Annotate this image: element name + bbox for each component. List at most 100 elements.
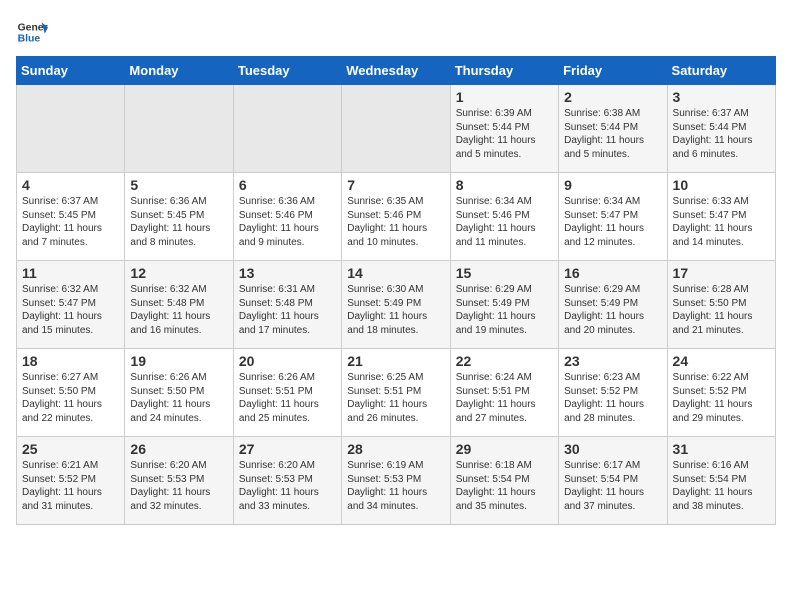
calendar-cell: 24Sunrise: 6:22 AM Sunset: 5:52 PM Dayli… <box>667 349 775 437</box>
calendar-cell <box>17 85 125 173</box>
day-info: Sunrise: 6:18 AM Sunset: 5:54 PM Dayligh… <box>456 459 553 513</box>
day-info: Sunrise: 6:21 AM Sunset: 5:52 PM Dayligh… <box>22 459 119 513</box>
day-number: 27 <box>239 441 336 457</box>
day-info: Sunrise: 6:17 AM Sunset: 5:54 PM Dayligh… <box>564 459 661 513</box>
calendar-cell: 8Sunrise: 6:34 AM Sunset: 5:46 PM Daylig… <box>450 173 558 261</box>
day-info: Sunrise: 6:36 AM Sunset: 5:45 PM Dayligh… <box>130 195 227 249</box>
calendar-cell: 7Sunrise: 6:35 AM Sunset: 5:46 PM Daylig… <box>342 173 450 261</box>
day-number: 5 <box>130 177 227 193</box>
calendar-table: SundayMondayTuesdayWednesdayThursdayFrid… <box>16 56 776 525</box>
calendar-cell: 16 Sunrise: 6:29 AM Sunset: 5:49 PM Dayli… <box>559 261 667 349</box>
calendar-cell: 22Sunrise: 6:24 AM Sunset: 5:51 PM Dayli… <box>450 349 558 437</box>
day-number: 4 <box>22 177 119 193</box>
calendar-cell: 4 Sunrise: 6:37 AM Sunset: 5:45 PM Daylig… <box>17 173 125 261</box>
day-info: Sunrise: 6:33 AM Sunset: 5:47 PM Dayligh… <box>673 195 770 249</box>
logo: General Blue <box>16 16 48 48</box>
calendar-cell: 26 Sunrise: 6:20 AM Sunset: 5:53 PM Dayli… <box>125 437 233 525</box>
calendar-cell: 18 Sunrise: 6:27 AM Sunset: 5:50 PM Dayli… <box>17 349 125 437</box>
day-number: 26 <box>130 441 227 457</box>
day-number: 16 <box>564 265 661 281</box>
calendar-cell: 25 Sunrise: 6:21 AM Sunset: 5:52 PM Dayli… <box>17 437 125 525</box>
page-header: General Blue <box>16 16 776 48</box>
day-number: 3 <box>673 89 770 105</box>
calendar-cell: 3 Sunrise: 6:37 AM Sunset: 5:44 PM Daylig… <box>667 85 775 173</box>
day-number: 6 <box>239 177 336 193</box>
day-info: Sunrise: 6:34 AM Sunset: 5:47 PM Dayligh… <box>564 195 661 249</box>
day-info: Sunrise: 6:25 AM Sunset: 5:51 PM Dayligh… <box>347 371 444 425</box>
calendar-week-row: 25 Sunrise: 6:21 AM Sunset: 5:52 PM Dayli… <box>17 437 776 525</box>
day-number: 21 <box>347 353 444 369</box>
calendar-cell: 19 Sunrise: 6:26 AM Sunset: 5:50 PM Dayli… <box>125 349 233 437</box>
calendar-cell <box>233 85 341 173</box>
weekday-header-monday: Monday <box>125 57 233 85</box>
day-number: 31 <box>673 441 770 457</box>
weekday-header-friday: Friday <box>559 57 667 85</box>
day-number: 2 <box>564 89 661 105</box>
calendar-cell: 5 Sunrise: 6:36 AM Sunset: 5:45 PM Daylig… <box>125 173 233 261</box>
day-number: 12 <box>130 265 227 281</box>
day-info: Sunrise: 6:37 AM Sunset: 5:45 PM Dayligh… <box>22 195 119 249</box>
calendar-cell: 31 Sunrise: 6:16 AM Sunset: 5:54 PM Dayli… <box>667 437 775 525</box>
day-number: 18 <box>22 353 119 369</box>
svg-text:Blue: Blue <box>18 34 41 45</box>
day-info: Sunrise: 6:20 AM Sunset: 5:53 PM Dayligh… <box>130 459 227 513</box>
day-number: 28 <box>347 441 444 457</box>
day-info: Sunrise: 6:20 AM Sunset: 5:53 PM Dayligh… <box>239 459 336 513</box>
day-number: 20 <box>239 353 336 369</box>
day-info: Sunrise: 6:32 AM Sunset: 5:48 PM Dayligh… <box>130 283 227 337</box>
day-info: Sunrise: 6:27 AM Sunset: 5:50 PM Dayligh… <box>22 371 119 425</box>
weekday-header-thursday: Thursday <box>450 57 558 85</box>
day-info: Sunrise: 6:29 AM Sunset: 5:49 PM Dayligh… <box>456 283 553 337</box>
day-number: 9 <box>564 177 661 193</box>
day-number: 10 <box>673 177 770 193</box>
day-info: Sunrise: 6:29 AM Sunset: 5:49 PM Dayligh… <box>564 283 661 337</box>
weekday-header-sunday: Sunday <box>17 57 125 85</box>
day-number: 14 <box>347 265 444 281</box>
day-info: Sunrise: 6:39 AM Sunset: 5:44 PM Dayligh… <box>456 107 553 161</box>
day-info: Sunrise: 6:34 AM Sunset: 5:46 PM Dayligh… <box>456 195 553 249</box>
day-info: Sunrise: 6:36 AM Sunset: 5:46 PM Dayligh… <box>239 195 336 249</box>
day-info: Sunrise: 6:19 AM Sunset: 5:53 PM Dayligh… <box>347 459 444 513</box>
day-info: Sunrise: 6:37 AM Sunset: 5:44 PM Dayligh… <box>673 107 770 161</box>
calendar-week-row: 1Sunrise: 6:39 AM Sunset: 5:44 PM Daylig… <box>17 85 776 173</box>
weekday-header-saturday: Saturday <box>667 57 775 85</box>
calendar-week-row: 11Sunrise: 6:32 AM Sunset: 5:47 PM Dayli… <box>17 261 776 349</box>
calendar-cell <box>342 85 450 173</box>
day-info: Sunrise: 6:26 AM Sunset: 5:51 PM Dayligh… <box>239 371 336 425</box>
calendar-cell: 20 Sunrise: 6:26 AM Sunset: 5:51 PM Dayli… <box>233 349 341 437</box>
day-number: 7 <box>347 177 444 193</box>
day-number: 25 <box>22 441 119 457</box>
day-info: Sunrise: 6:16 AM Sunset: 5:54 PM Dayligh… <box>673 459 770 513</box>
calendar-cell: 17 Sunrise: 6:28 AM Sunset: 5:50 PM Dayli… <box>667 261 775 349</box>
calendar-cell: 11Sunrise: 6:32 AM Sunset: 5:47 PM Dayli… <box>17 261 125 349</box>
calendar-cell: 21 Sunrise: 6:25 AM Sunset: 5:51 PM Dayli… <box>342 349 450 437</box>
day-info: Sunrise: 6:23 AM Sunset: 5:52 PM Dayligh… <box>564 371 661 425</box>
logo-icon: General Blue <box>16 16 48 48</box>
day-info: Sunrise: 6:38 AM Sunset: 5:44 PM Dayligh… <box>564 107 661 161</box>
calendar-cell: 23Sunrise: 6:23 AM Sunset: 5:52 PM Dayli… <box>559 349 667 437</box>
day-info: Sunrise: 6:28 AM Sunset: 5:50 PM Dayligh… <box>673 283 770 337</box>
day-info: Sunrise: 6:31 AM Sunset: 5:48 PM Dayligh… <box>239 283 336 337</box>
day-number: 13 <box>239 265 336 281</box>
day-number: 11 <box>22 265 119 281</box>
calendar-cell <box>125 85 233 173</box>
day-number: 22 <box>456 353 553 369</box>
day-info: Sunrise: 6:26 AM Sunset: 5:50 PM Dayligh… <box>130 371 227 425</box>
calendar-cell: 1Sunrise: 6:39 AM Sunset: 5:44 PM Daylig… <box>450 85 558 173</box>
day-number: 19 <box>130 353 227 369</box>
calendar-cell: 30 Sunrise: 6:17 AM Sunset: 5:54 PM Dayli… <box>559 437 667 525</box>
calendar-cell: 29Sunrise: 6:18 AM Sunset: 5:54 PM Dayli… <box>450 437 558 525</box>
calendar-week-row: 18 Sunrise: 6:27 AM Sunset: 5:50 PM Dayli… <box>17 349 776 437</box>
calendar-cell: 10 Sunrise: 6:33 AM Sunset: 5:47 PM Dayli… <box>667 173 775 261</box>
day-number: 15 <box>456 265 553 281</box>
calendar-cell: 2 Sunrise: 6:38 AM Sunset: 5:44 PM Daylig… <box>559 85 667 173</box>
calendar-cell: 14Sunrise: 6:30 AM Sunset: 5:49 PM Dayli… <box>342 261 450 349</box>
day-number: 17 <box>673 265 770 281</box>
calendar-cell: 9 Sunrise: 6:34 AM Sunset: 5:47 PM Daylig… <box>559 173 667 261</box>
calendar-cell: 28 Sunrise: 6:19 AM Sunset: 5:53 PM Dayli… <box>342 437 450 525</box>
calendar-cell: 27 Sunrise: 6:20 AM Sunset: 5:53 PM Dayli… <box>233 437 341 525</box>
day-number: 30 <box>564 441 661 457</box>
day-number: 24 <box>673 353 770 369</box>
calendar-cell: 13 Sunrise: 6:31 AM Sunset: 5:48 PM Dayli… <box>233 261 341 349</box>
calendar-cell: 15 Sunrise: 6:29 AM Sunset: 5:49 PM Dayli… <box>450 261 558 349</box>
